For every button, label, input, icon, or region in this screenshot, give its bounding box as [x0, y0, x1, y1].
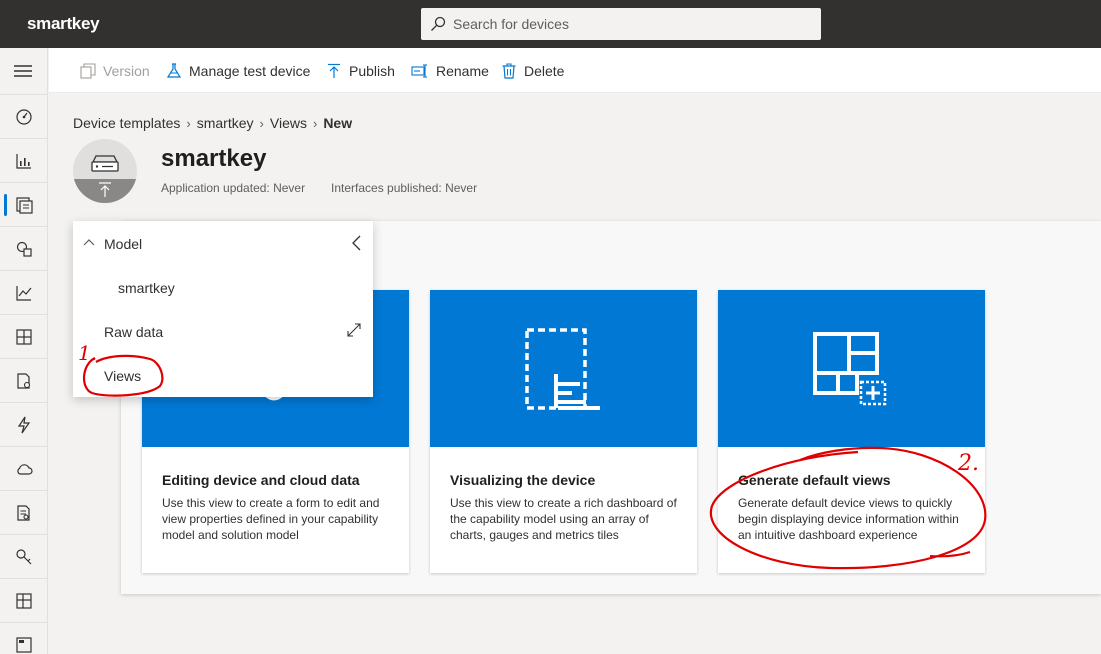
nav-charts-icon[interactable]	[0, 270, 48, 314]
version-button[interactable]: Version	[80, 48, 150, 93]
nav-device-templates-icon[interactable]	[0, 182, 48, 226]
chevron-right-icon: ›	[312, 115, 318, 131]
manage-test-device-button[interactable]: Manage test device	[166, 48, 310, 93]
card-description: Use this view to create a rich dashboard…	[450, 496, 677, 542]
card-title: Visualizing the device	[450, 472, 596, 488]
nav-analytics-icon[interactable]	[0, 138, 48, 182]
manage-test-device-label: Manage test device	[189, 62, 311, 79]
nav-customization-icon[interactable]	[0, 622, 48, 654]
flask-icon	[166, 62, 182, 78]
app-updated-status: Application updated: Never	[161, 181, 306, 195]
rename-icon	[411, 63, 427, 78]
rename-label: Rename	[436, 62, 489, 79]
chevron-right-icon: ›	[186, 115, 191, 131]
card-title: Editing device and cloud data	[162, 472, 360, 488]
nav-jobs-icon[interactable]	[0, 358, 48, 402]
breadcrumb-current: New	[323, 115, 353, 131]
card-visualizing-device[interactable]: Visualizing the device Use this view to …	[430, 290, 697, 573]
search-icon	[430, 16, 446, 37]
command-bar: Version Manage test device Publish Renam…	[49, 48, 1101, 93]
nav-layout-icon[interactable]	[0, 314, 48, 358]
collapse-chevron-left-icon[interactable]	[349, 234, 365, 255]
search-input[interactable]	[453, 8, 813, 40]
card-generate-default-views[interactable]: Generate default views Generate default …	[718, 290, 985, 573]
breadcrumb: Device templates › smartkey › Views › Ne…	[73, 115, 352, 131]
left-nav-rail	[0, 48, 48, 654]
nav-rules-icon[interactable]	[0, 402, 48, 446]
chevron-up-icon[interactable]	[82, 235, 96, 252]
nav-device-groups-icon[interactable]	[0, 226, 48, 270]
card-title: Generate default views	[738, 472, 891, 488]
rename-button[interactable]: Rename	[411, 48, 489, 93]
interfaces-published-status: Interfaces published: Never	[331, 181, 478, 195]
breadcrumb-template[interactable]: smartkey	[197, 115, 254, 131]
card-description: Use this view to create a form to edit a…	[162, 496, 380, 542]
page-title: smartkey	[161, 145, 267, 172]
breadcrumb-views[interactable]: Views	[270, 115, 307, 131]
nav-dashboard-icon[interactable]	[0, 94, 48, 138]
nav-cloud-icon[interactable]	[0, 446, 48, 490]
nav-item-raw-data[interactable]: Raw data	[104, 324, 163, 340]
device-icon	[91, 155, 119, 172]
publish-button[interactable]: Publish	[326, 48, 395, 93]
delete-label: Delete	[524, 62, 565, 79]
model-section-header[interactable]: Model	[104, 236, 142, 252]
generate-views-icon	[813, 332, 887, 406]
card-banner	[718, 290, 985, 447]
hamburger-menu-icon[interactable]	[14, 64, 32, 78]
delete-button[interactable]: Delete	[501, 48, 564, 93]
nav-item-smartkey[interactable]: smartkey	[118, 280, 175, 296]
upload-icon	[99, 182, 111, 197]
template-nav-flyout: Model smartkey Raw data Views	[73, 221, 373, 397]
publish-icon	[328, 63, 340, 78]
breadcrumb-device-templates[interactable]: Device templates	[73, 115, 180, 131]
card-banner	[430, 290, 697, 447]
dashboard-chart-icon	[525, 328, 600, 410]
expand-icon[interactable]	[346, 322, 362, 341]
search-box[interactable]	[421, 8, 821, 40]
chevron-right-icon: ›	[259, 115, 264, 131]
nav-item-views[interactable]: Views	[104, 368, 141, 384]
nav-data-export-icon[interactable]	[0, 490, 48, 534]
card-description: Generate default device views to quickly…	[738, 496, 959, 542]
version-label: Version	[103, 62, 150, 79]
upload-image-strip[interactable]	[73, 179, 137, 203]
version-icon	[80, 62, 96, 79]
device-template-avatar[interactable]	[73, 139, 137, 203]
publish-label: Publish	[349, 62, 395, 79]
nav-permissions-icon[interactable]	[0, 534, 48, 578]
top-bar: smartkey	[0, 0, 1101, 48]
app-brand[interactable]: smartkey	[27, 14, 100, 34]
trash-icon	[502, 62, 516, 79]
nav-app-settings-icon[interactable]	[0, 578, 48, 622]
